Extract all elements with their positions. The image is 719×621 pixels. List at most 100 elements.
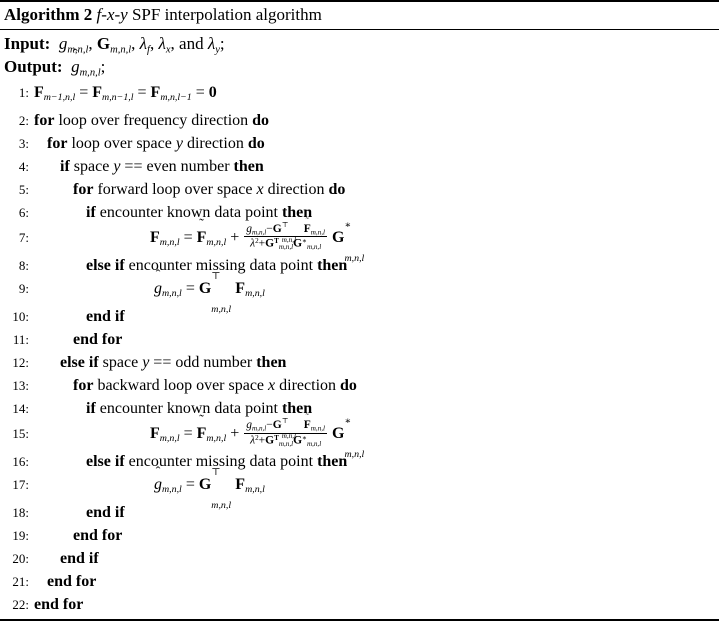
line-content-equation: ˆ gm,n,l = G ⊤ m,n,l Fm,n,l — [154, 267, 265, 316]
algorithm-line: 17: ˆ gm,n,l = G ⊤ m,n,l Fm,n,l — [0, 463, 719, 512]
line-content: end for — [73, 527, 123, 545]
kw-if: if — [60, 157, 70, 175]
kw-then: then — [317, 453, 348, 470]
kw-for: for — [47, 134, 68, 152]
line-text: space — [73, 157, 110, 175]
line-number: 6: — [18, 204, 29, 220]
line-content-equation: ˆ gm,n,l = G ⊤ m,n,l Fm,n,l — [154, 463, 265, 512]
line-number: 16: — [12, 454, 29, 469]
algorithm-line: 2: for loop over frequency direction do — [0, 109, 719, 132]
line-content: for loop over frequency direction do — [34, 109, 269, 132]
var-y: y — [142, 354, 150, 372]
line-content: for forward loop over space x direction … — [34, 178, 345, 201]
kw-then: then — [317, 256, 348, 274]
line-text-2: odd number — [175, 354, 253, 372]
input-value: gm,n,l, Gm,n,l, λf, λx, and λy; — [58, 34, 225, 56]
output-line: Output: ˆ gm,n,l; — [0, 48, 719, 79]
kw-then: then — [233, 157, 264, 175]
algorithm-line: 22: end for — [0, 593, 719, 616]
line-content: if encounter known data point then — [34, 397, 312, 420]
line-content: Fm−1,n,l = Fm,n−1,l = Fm,n,l−1 = 0 — [34, 83, 217, 103]
algorithm-line: 12: else if space y == odd number then — [0, 351, 719, 374]
fraction: gm,n,l−G ⊤ m,n,l ˜ Fm,n,l λ2+GTm,n,lG∗m,n,l — [244, 216, 328, 251]
line-text-2: direction — [279, 377, 337, 395]
line-content: end if — [60, 550, 99, 568]
algorithm-line: 4: if space y == even number then — [0, 155, 719, 178]
line-text-2: even number — [146, 157, 230, 175]
line-number: 9: — [18, 280, 29, 296]
var-y: y — [113, 157, 121, 175]
line-number: 17: — [12, 477, 29, 492]
line-number: 14: — [12, 401, 29, 417]
line-content: end if — [86, 504, 125, 522]
line-content: end for — [73, 331, 123, 349]
input-line: Input: gm,n,l, Gm,n,l, λf, λx, and λy; — [0, 33, 719, 56]
line-number: 18: — [12, 505, 29, 521]
var-x: x — [268, 377, 276, 395]
op-eqeq: == — [124, 157, 143, 175]
line-number: 4: — [18, 158, 29, 174]
kw-else-if: else if — [86, 256, 125, 274]
line-text: encounter known data point — [99, 203, 278, 221]
line-text: encounter known data point — [99, 400, 278, 418]
line-number: 10: — [12, 309, 29, 325]
algorithm-title-math: f-x-y — [96, 5, 128, 24]
line-number: 21: — [12, 574, 29, 590]
algorithm-line: 14: if encounter known data point then — [0, 397, 719, 420]
algorithm-line: 3: for loop over space y direction do — [0, 132, 719, 155]
line-number: 13: — [12, 378, 29, 394]
line-number: 7: — [18, 229, 29, 245]
line-number: 19: — [12, 528, 29, 544]
line-number: 3: — [18, 135, 29, 151]
line-text: loop over frequency direction — [58, 111, 249, 129]
output-label: Output: — [4, 57, 63, 77]
kw-for: for — [34, 111, 55, 129]
line-number: 8: — [18, 257, 29, 273]
line-content: if encounter known data point then — [34, 201, 312, 224]
fraction-numerator: gm,n,l−G ⊤ m,n,l ˜ Fm,n,l — [244, 412, 328, 441]
line-number: 15: — [12, 425, 29, 441]
kw-do: do — [252, 111, 270, 129]
algorithm-block: Algorithm 2 f-x-y SPF interpolation algo… — [0, 0, 719, 621]
line-text: forward loop over space — [97, 180, 253, 198]
algorithm-line: 6: if encounter known data point then — [0, 201, 719, 224]
line-number: 5: — [18, 181, 29, 197]
algorithm-line: 7: Fm,n,l = ˜ Fm,n,l + gm,n,l−G ⊤ m,n,l ˜ Fm… — [0, 216, 719, 264]
algorithm-line: 1: Fm−1,n,l = Fm,n−1,l = Fm,n,l−1 = 0 — [0, 81, 719, 109]
kw-then: then — [256, 354, 287, 372]
algorithm-line: 21: end for — [0, 570, 719, 593]
algorithm-line: 11: end for — [0, 328, 719, 351]
kw-for: for — [73, 180, 94, 198]
algorithm-line: 18: end if — [0, 501, 719, 524]
algorithm-line: 13: for backward loop over space x direc… — [0, 374, 719, 397]
line-number: 20: — [12, 551, 29, 567]
algorithm-body: 1: Fm−1,n,l = Fm,n−1,l = Fm,n,l−1 = 0 2:… — [0, 80, 719, 619]
kw-for: for — [73, 377, 94, 395]
line-content: for loop over space y direction do — [34, 132, 265, 155]
algorithm-title-text: SPF interpolation algorithm — [131, 5, 322, 24]
algorithm-line: 20: end if — [0, 547, 719, 570]
io-block: Input: gm,n,l, Gm,n,l, λf, λx, and λy; O… — [0, 30, 719, 80]
op-eqeq: == — [153, 354, 172, 372]
line-number: 11: — [12, 332, 29, 348]
var-y: y — [175, 134, 183, 152]
line-content-equation: Fm,n,l = ˜ Fm,n,l + gm,n,l−G ⊤ m,n,l ˜ Fm,n,… — [150, 216, 365, 264]
kw-else-if: else if — [86, 453, 125, 470]
algorithm-line: 9: ˆ gm,n,l = G ⊤ m,n,l Fm,n,l — [0, 267, 719, 316]
line-content: else if encounter missing data point the… — [34, 450, 347, 473]
line-number: 1: — [18, 84, 29, 100]
algorithm-line: 10: end if — [0, 305, 719, 328]
fraction-numerator: gm,n,l−G ⊤ m,n,l ˜ Fm,n,l — [244, 216, 328, 244]
line-content: else if encounter missing data point the… — [34, 254, 347, 277]
line-content: for backward loop over space x direction… — [34, 374, 357, 397]
algorithm-number: 2 — [83, 5, 93, 24]
kw-else-if: else if — [60, 354, 99, 372]
line-content: end if — [86, 308, 125, 326]
kw-do: do — [340, 377, 357, 395]
algorithm-line: 19: end for — [0, 524, 719, 547]
kw-if: if — [86, 203, 96, 221]
line-text-2: direction — [186, 134, 244, 152]
line-content: if space y == even number then — [34, 155, 264, 178]
line-content-equation: Fm,n,l = ˜ Fm,n,l + gm,n,l−G ⊤ m,n,l ˜ Fm,n,… — [150, 412, 365, 460]
line-content: else if space y == odd number then — [34, 351, 286, 374]
